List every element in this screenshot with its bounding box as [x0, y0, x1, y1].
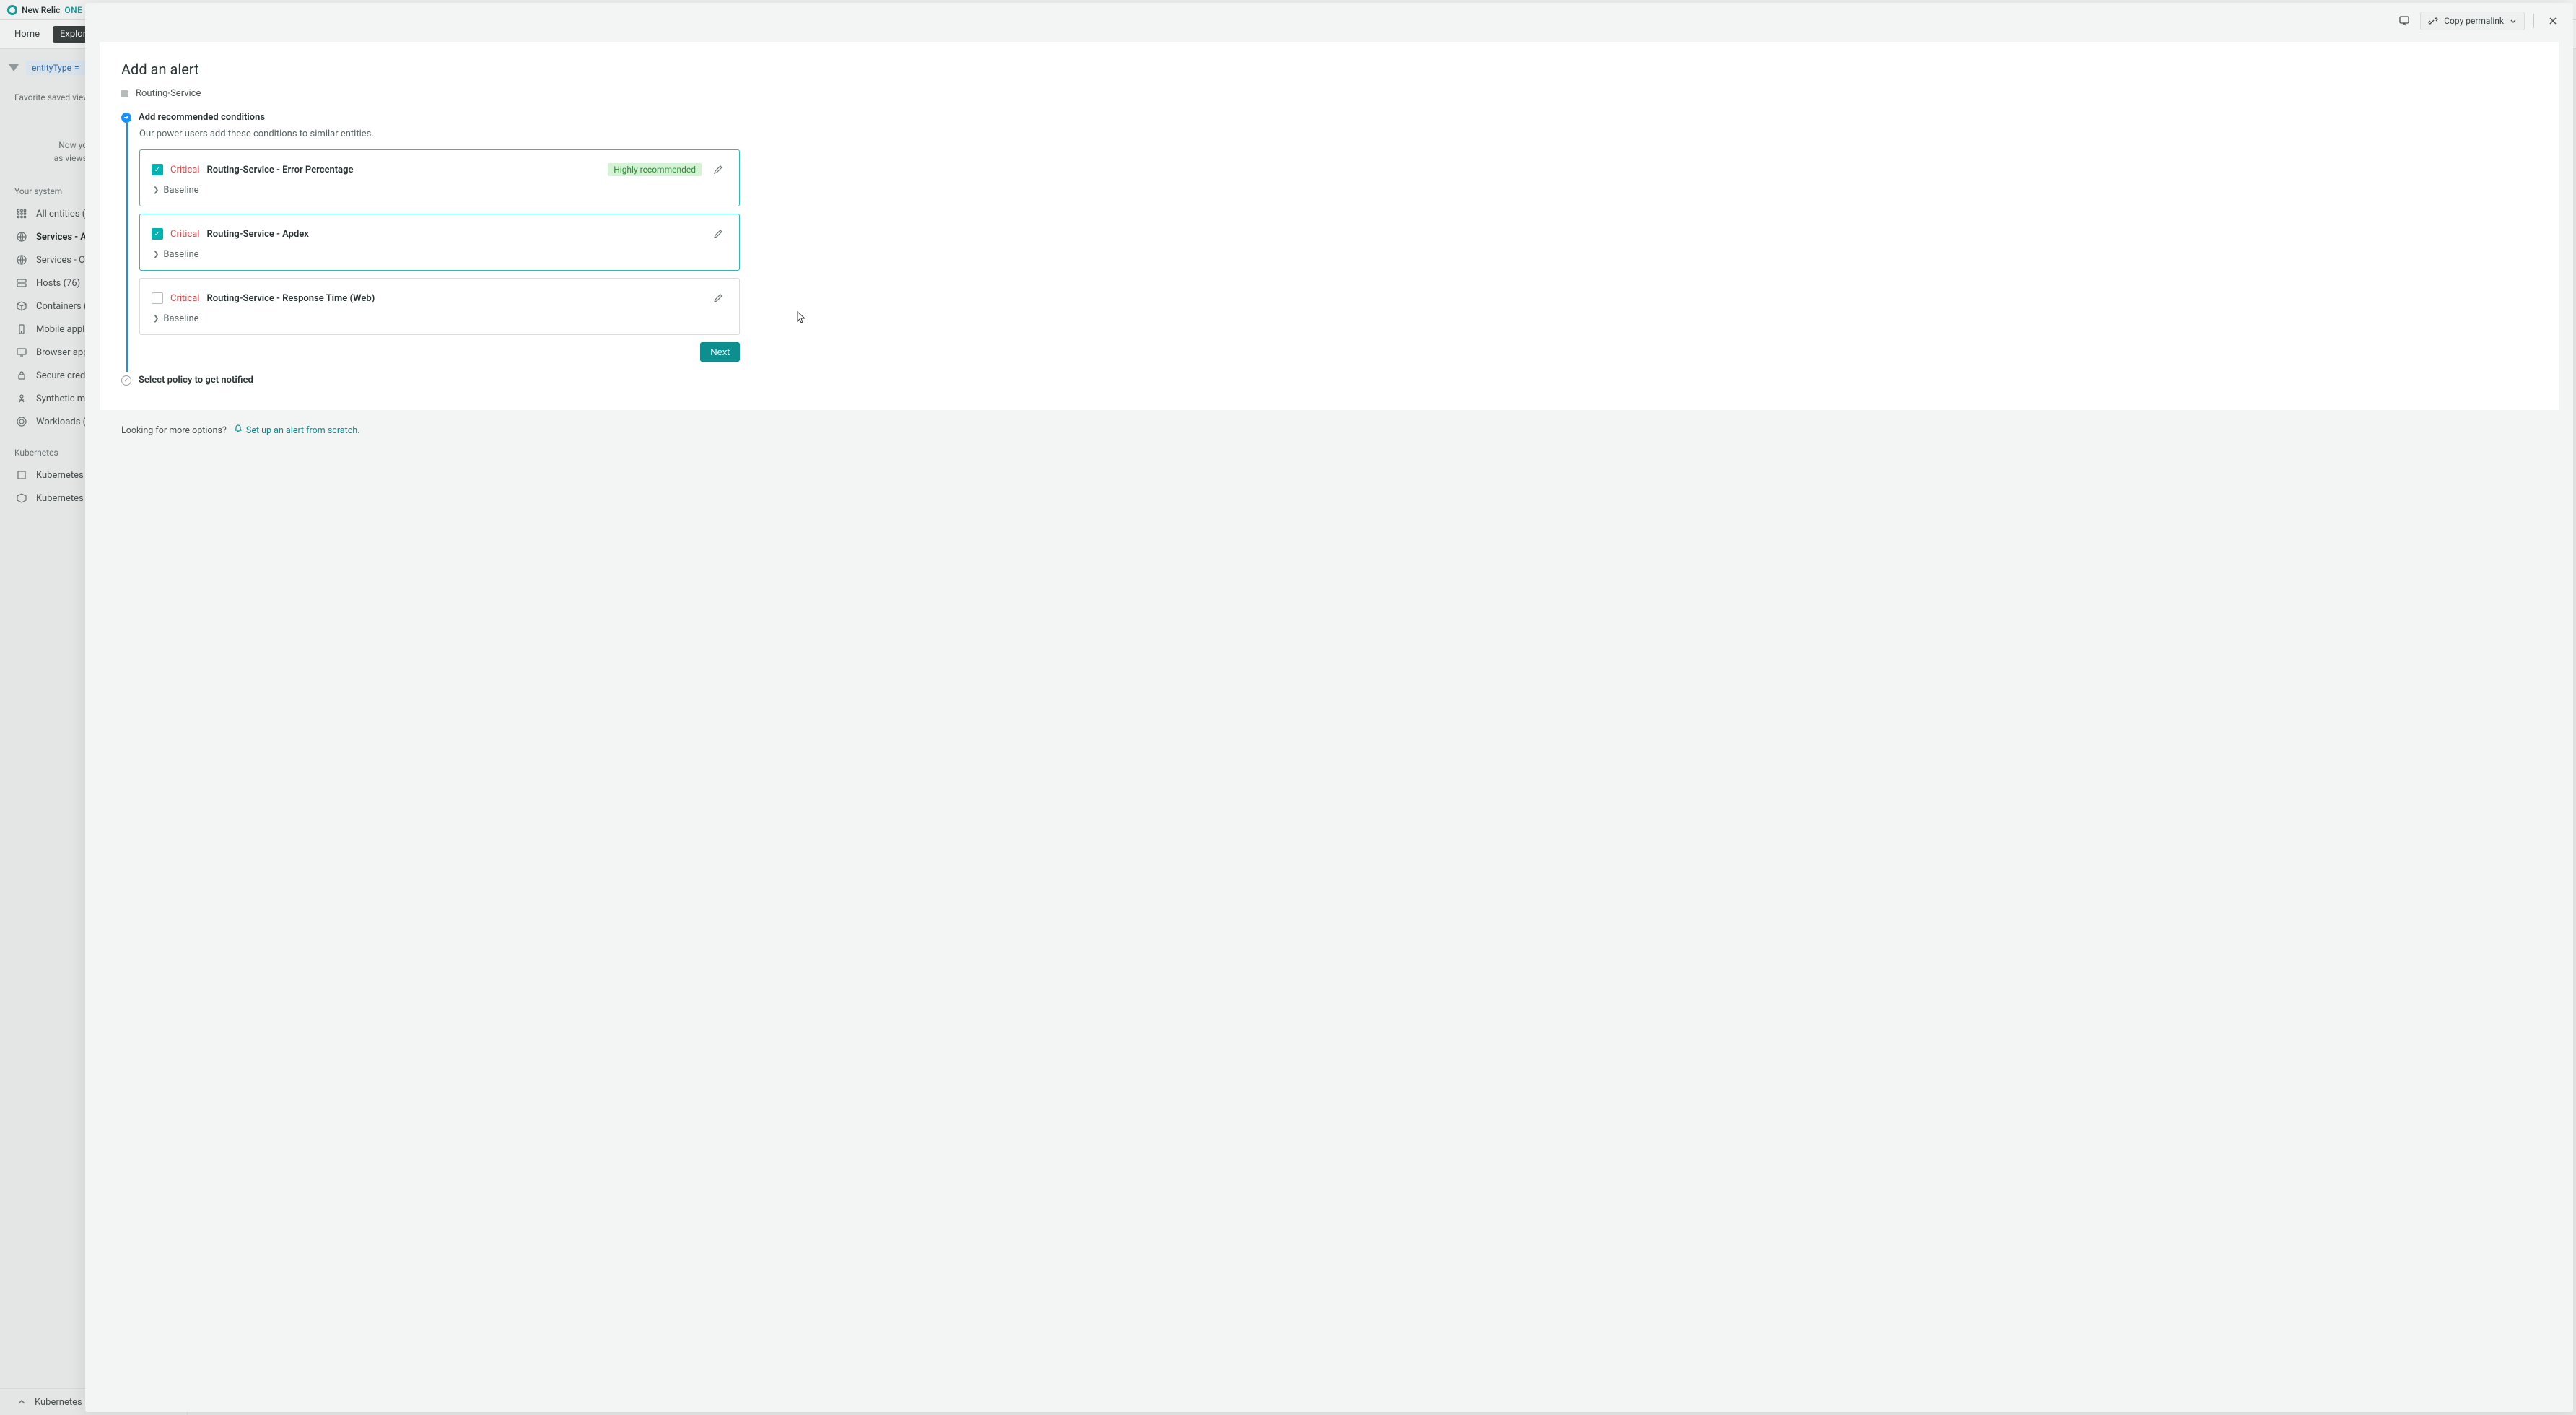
modal-title: Add an alert — [121, 61, 2537, 78]
next-row: Next — [139, 342, 740, 362]
more-options-row: Looking for more options? Set up an aler… — [121, 425, 2551, 436]
next-button[interactable]: Next — [700, 342, 740, 362]
step-2-title: Select policy to get notified — [139, 375, 253, 386]
condition-badge: Highly recommended — [608, 163, 702, 176]
condition-card-response-time[interactable]: Critical Routing-Service - Response Time… — [139, 278, 740, 335]
condition-card-error-percentage[interactable]: Critical Routing-Service - Error Percent… — [139, 149, 740, 206]
condition-severity: Critical — [170, 229, 199, 240]
condition-severity: Critical — [170, 165, 199, 175]
step-2-header[interactable]: Select policy to get notified — [121, 375, 2537, 386]
condition-head: Critical Routing-Service - Error Percent… — [152, 160, 728, 179]
edit-condition-button[interactable] — [709, 160, 728, 179]
setup-from-scratch-label: Set up an alert from scratch. — [246, 425, 360, 436]
copy-permalink-label: Copy permalink — [2444, 16, 2504, 26]
step-1-title: Add recommended conditions — [139, 112, 265, 123]
bell-icon — [234, 425, 245, 436]
condition-checkbox[interactable] — [152, 164, 163, 175]
step-pending-icon — [121, 375, 131, 386]
edit-condition-button[interactable] — [709, 289, 728, 308]
entity-name: Routing-Service — [136, 88, 201, 99]
condition-head: Critical Routing-Service - Apdex — [152, 225, 728, 243]
modal-body: Add an alert Routing-Service Add recomme… — [100, 42, 2559, 410]
chevron-right-icon: ❯ — [153, 186, 159, 194]
entity-row: Routing-Service — [121, 88, 2537, 99]
condition-sub-label: Baseline — [163, 313, 198, 324]
toolbar-divider — [2533, 14, 2534, 28]
link-icon — [2428, 16, 2438, 26]
condition-card-apdex[interactable]: Critical Routing-Service - Apdex ❯ Basel… — [139, 214, 740, 271]
step-1-desc: Our power users add these conditions to … — [139, 129, 2537, 139]
copy-permalink-button[interactable]: Copy permalink — [2420, 12, 2525, 30]
condition-sub-row[interactable]: ❯ Baseline — [153, 249, 728, 260]
condition-name: Routing-Service - Response Time (Web) — [206, 293, 375, 304]
chevron-right-icon: ❯ — [153, 251, 159, 258]
chevron-right-icon: ❯ — [153, 315, 159, 323]
modal-toolbar: Copy permalink — [85, 3, 2573, 39]
condition-head: Critical Routing-Service - Response Time… — [152, 289, 728, 308]
entity-status-icon — [121, 90, 128, 97]
feedback-icon[interactable] — [2394, 11, 2414, 31]
close-button[interactable] — [2543, 11, 2563, 31]
step-1-body: Our power users add these conditions to … — [126, 123, 2537, 372]
edit-condition-button[interactable] — [709, 225, 728, 243]
step-active-icon — [121, 113, 131, 123]
condition-name: Routing-Service - Error Percentage — [206, 165, 353, 175]
step-1-header: Add recommended conditions — [121, 112, 2537, 123]
condition-sub-label: Baseline — [163, 185, 198, 196]
modal-panel: Copy permalink Add an alert Routing-Serv… — [85, 3, 2573, 1412]
condition-sub-row[interactable]: ❯ Baseline — [153, 185, 728, 196]
condition-severity: Critical — [170, 293, 199, 304]
condition-sub-label: Baseline — [163, 249, 198, 260]
condition-name: Routing-Service - Apdex — [206, 229, 308, 240]
setup-from-scratch-link[interactable]: Set up an alert from scratch. — [234, 425, 360, 436]
more-options-label: Looking for more options? — [121, 425, 227, 436]
modal-overlay: Copy permalink Add an alert Routing-Serv… — [0, 0, 2576, 1415]
condition-sub-row[interactable]: ❯ Baseline — [153, 313, 728, 324]
condition-checkbox[interactable] — [152, 228, 163, 240]
chevron-down-icon — [2510, 17, 2517, 25]
condition-checkbox[interactable] — [152, 292, 163, 304]
